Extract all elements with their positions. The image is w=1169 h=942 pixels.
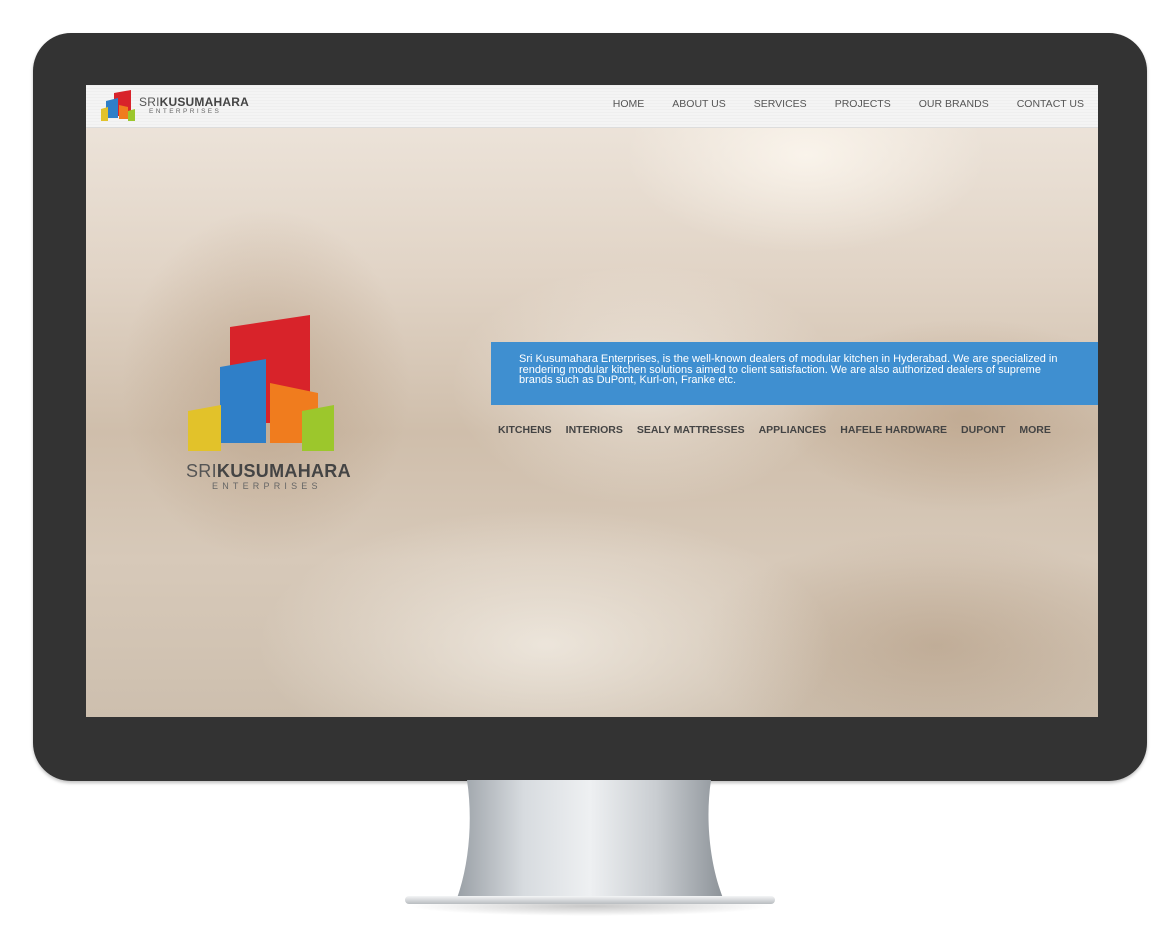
brand-prefix: SRI: [139, 95, 160, 109]
hero-brand-name: SRIKUSUMAHARA: [186, 461, 351, 482]
intro-text: Sri Kusumahara Enterprises, is the well-…: [519, 353, 1058, 386]
intro-box: Sri Kusumahara Enterprises, is the well-…: [491, 342, 1098, 405]
nav-brand-sub: ENTERPRISES: [149, 108, 222, 115]
main-menu: HOME ABOUT US SERVICES PROJECTS OUR BRAN…: [585, 98, 1084, 110]
category-links: KITCHENS INTERIORS SEALY MATTRESSES APPL…: [498, 424, 1065, 436]
nav-contact-us[interactable]: CONTACT US: [1017, 98, 1084, 110]
link-dupont[interactable]: DUPONT: [961, 424, 1005, 436]
nav-about-us[interactable]: ABOUT US: [672, 98, 725, 110]
nav-home[interactable]: HOME: [613, 98, 645, 110]
nav-our-brands[interactable]: OUR BRANDS: [919, 98, 989, 110]
website-screen: SRIKUSUMAHARA ENTERPRISES HOME ABOUT US …: [86, 85, 1098, 717]
logo-icon[interactable]: [100, 89, 138, 123]
link-appliances[interactable]: APPLIANCES: [759, 424, 827, 436]
hero-brand-sub: ENTERPRISES: [212, 481, 322, 491]
brand-name: KUSUMAHARA: [159, 95, 249, 109]
nav-projects[interactable]: PROJECTS: [835, 98, 891, 110]
link-interiors[interactable]: INTERIORS: [566, 424, 623, 436]
nav-services[interactable]: SERVICES: [754, 98, 807, 110]
link-sealy-mattresses[interactable]: SEALY MATTRESSES: [637, 424, 745, 436]
link-more[interactable]: MORE: [1019, 424, 1051, 436]
hero-logo-icon: [188, 315, 334, 451]
hero-brand-main: KUSUMAHARA: [216, 461, 351, 481]
link-kitchens[interactable]: KITCHENS: [498, 424, 552, 436]
nav-brand-name[interactable]: SRIKUSUMAHARA: [139, 95, 249, 109]
top-navbar: SRIKUSUMAHARA ENTERPRISES HOME ABOUT US …: [86, 85, 1098, 128]
monitor-stand: [405, 780, 775, 916]
link-hafele-hardware[interactable]: HAFELE HARDWARE: [840, 424, 947, 436]
hero-brand-prefix: SRI: [186, 461, 217, 481]
